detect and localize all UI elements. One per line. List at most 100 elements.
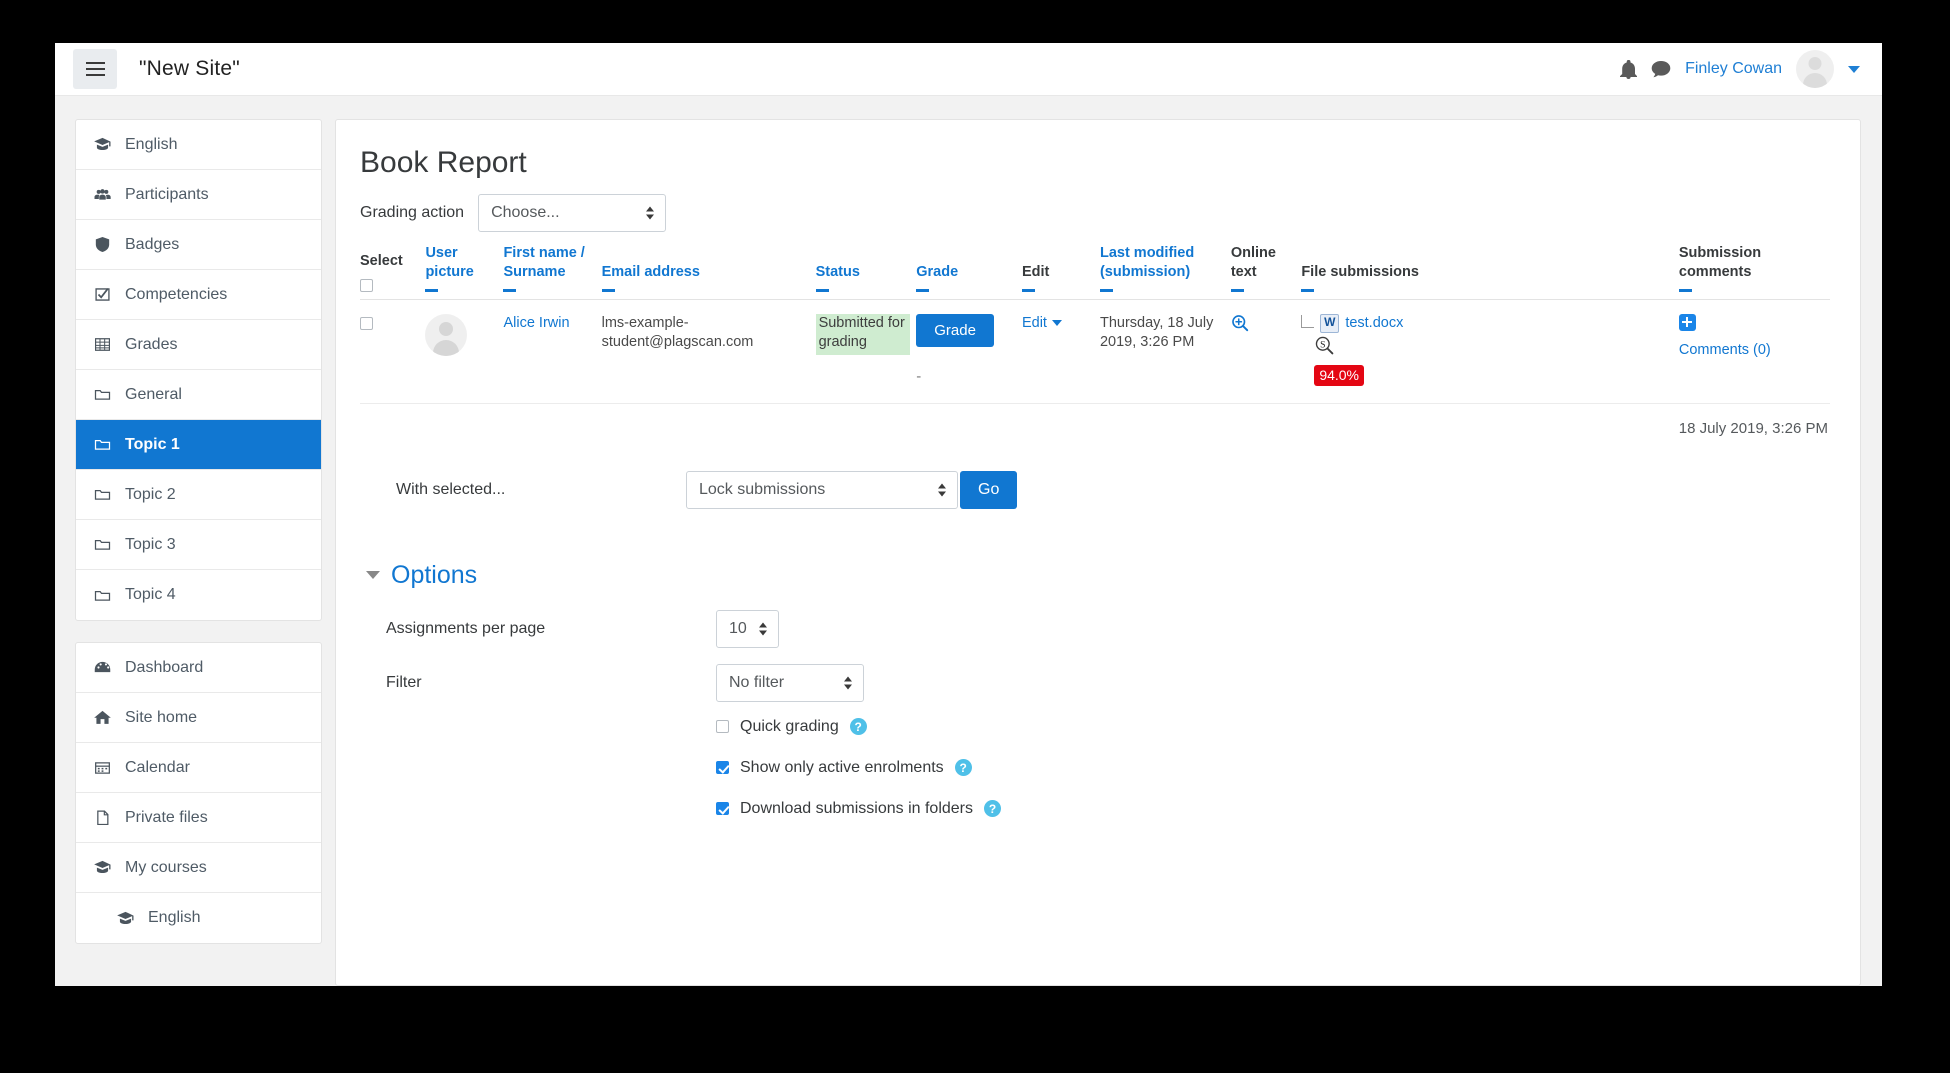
options-header: Options	[366, 561, 1830, 590]
graduation-cap-icon	[116, 911, 135, 926]
sidebar-item-label: Badges	[125, 235, 180, 253]
user-name[interactable]: Finley Cowan	[1685, 60, 1782, 78]
page-layout: English Participants Badges Competencies Gra…	[55, 96, 1882, 986]
dashboard-icon	[93, 660, 112, 675]
options-title[interactable]: Options	[391, 561, 477, 590]
sidebar-item-dashboard[interactable]: Dashboard	[76, 643, 321, 693]
select-all-checkbox[interactable]	[360, 278, 373, 292]
plus-square-icon[interactable]	[1678, 313, 1696, 331]
plagscan-magnifier-icon[interactable]: S	[1314, 335, 1673, 363]
sidebar-item-topic-2[interactable]: Topic 2	[76, 470, 321, 520]
help-icon[interactable]: ?	[954, 759, 972, 777]
column-header-status[interactable]: Status	[815, 244, 917, 300]
content-card: Book Report Grading action Choose... Sel…	[335, 119, 1861, 986]
plagiarism-score-badge[interactable]: 94.0%	[1314, 365, 1365, 387]
avatar[interactable]	[1796, 50, 1834, 88]
footer-timestamp: 18 July 2019, 3:26 PM	[1678, 419, 1828, 437]
bulk-action-select[interactable]: Lock submissions	[686, 470, 958, 509]
sidebar-item-label: Grades	[125, 335, 178, 353]
caret-down-icon[interactable]	[1051, 320, 1062, 327]
magnifier-plus-icon[interactable]	[1231, 315, 1249, 336]
option-row-quick-grading: Quick grading?	[360, 718, 1830, 736]
student-name-link[interactable]: Alice Irwin	[503, 315, 569, 331]
sidebar-item-label: General	[125, 385, 182, 403]
sidebar-item-label: Private files	[125, 808, 208, 826]
word-document-icon[interactable]: W	[1320, 313, 1340, 333]
edit-menu-link[interactable]: Edit	[1022, 315, 1047, 331]
chevron-down-icon[interactable]	[1848, 65, 1860, 73]
sidebar-item-label: Topic 1	[125, 435, 180, 453]
sidebar-item-label: Competencies	[125, 285, 228, 303]
sidebar-item-english[interactable]: English	[76, 893, 321, 943]
sidebar-item-label: Participants	[125, 185, 209, 203]
sidebar-item-badges[interactable]: Badges	[76, 220, 321, 270]
column-header-label: Last modified (submission)	[1099, 245, 1195, 281]
cell-online-text	[1230, 299, 1302, 404]
column-header-label: Status	[815, 264, 860, 281]
sidebar-item-my-courses[interactable]: My courses	[76, 843, 321, 893]
sort-indicator-icon[interactable]	[1099, 288, 1113, 292]
sidebar-item-topic-3[interactable]: Topic 3	[76, 520, 321, 570]
grading-action-value: Choose...	[491, 204, 560, 221]
column-header-user-picture[interactable]: User picture	[425, 244, 504, 300]
status-badge: Submitted for grading	[815, 313, 911, 356]
cell-user-picture	[425, 299, 504, 404]
cell-edit: Edit	[1021, 299, 1100, 404]
sidebar-item-private-files[interactable]: Private files	[76, 793, 321, 843]
sort-indicator-icon[interactable]	[1230, 288, 1244, 292]
folder-icon	[93, 588, 112, 603]
sort-indicator-icon[interactable]	[1678, 288, 1692, 292]
checkbox-quick-grading[interactable]	[716, 720, 729, 734]
sidebar-item-label: Site home	[125, 708, 198, 726]
select-arrows-icon	[759, 622, 767, 636]
caret-down-icon[interactable]	[366, 571, 380, 580]
help-icon[interactable]: ?	[984, 800, 1001, 818]
table-header-row: Select User picture First name / Surname Em…	[360, 244, 1830, 300]
sidebar-item-english[interactable]: English	[76, 120, 321, 170]
sidebar-item-competencies[interactable]: Competencies	[76, 270, 321, 320]
sort-indicator-icon[interactable]	[1021, 288, 1035, 292]
sidebar-item-participants[interactable]: Participants	[76, 170, 321, 220]
sort-indicator-icon[interactable]	[503, 288, 517, 292]
filter-select[interactable]: No filter	[716, 663, 864, 702]
sort-indicator-icon[interactable]	[1301, 288, 1315, 292]
sidebar-item-grades[interactable]: Grades	[76, 320, 321, 370]
sort-indicator-icon[interactable]	[425, 288, 439, 292]
column-header-label: File submissions	[1301, 264, 1419, 281]
hamburger-icon[interactable]	[73, 49, 117, 89]
column-header-label: Email address	[601, 264, 700, 281]
file-name-link[interactable]: test.docx	[1345, 314, 1403, 333]
column-header-first-name-surname[interactable]: First name / Surname	[503, 244, 602, 300]
assignments-per-page-select[interactable]: 10	[716, 609, 779, 648]
sort-indicator-icon[interactable]	[815, 288, 829, 292]
column-header-last-modified-submission[interactable]: Last modified (submission)	[1099, 244, 1231, 300]
course-nav-block: English Participants Badges Competencies Gra…	[75, 119, 322, 621]
help-icon[interactable]: ?	[849, 718, 867, 736]
sidebar-item-site-home[interactable]: Site home	[76, 693, 321, 743]
sidebar-item-label: Calendar	[125, 758, 190, 776]
row-select-checkbox[interactable]	[360, 316, 373, 330]
column-header-submission-comments: Submission comments	[1678, 244, 1830, 300]
column-header-edit: Edit	[1021, 244, 1100, 300]
sort-indicator-icon[interactable]	[916, 288, 930, 292]
folder-icon	[93, 487, 112, 502]
avatar[interactable]	[425, 313, 468, 356]
checkbox-show-only-active-enrolments[interactable]	[716, 761, 729, 775]
checkbox-download-submissions-in-folders[interactable]	[716, 802, 729, 816]
grade-button[interactable]: Grade	[916, 313, 994, 347]
browser-window: "New Site" Finley Cowan English Participa…	[55, 43, 1882, 986]
option-row-download-submissions-in-folders: Download submissions in folders?	[360, 800, 1830, 818]
go-button[interactable]: Go	[960, 470, 1018, 509]
comments-link[interactable]: Comments (0)	[1679, 342, 1771, 358]
message-bubble-icon[interactable]	[1651, 60, 1671, 78]
sidebar-item-general[interactable]: General	[76, 370, 321, 420]
sidebar-item-topic-4[interactable]: Topic 4	[76, 570, 321, 620]
column-header-grade[interactable]: Grade	[916, 244, 1022, 300]
sidebar-item-topic-1[interactable]: Topic 1	[76, 420, 321, 470]
table-row: Alice Irwin lms-example-student@plagscan.…	[360, 299, 1830, 404]
sort-indicator-icon[interactable]	[601, 288, 615, 292]
bell-icon[interactable]	[1620, 59, 1638, 79]
sidebar-item-calendar[interactable]: Calendar	[76, 743, 321, 793]
grading-action-select[interactable]: Choose...	[478, 194, 667, 232]
column-header-email-address[interactable]: Email address	[601, 244, 816, 300]
